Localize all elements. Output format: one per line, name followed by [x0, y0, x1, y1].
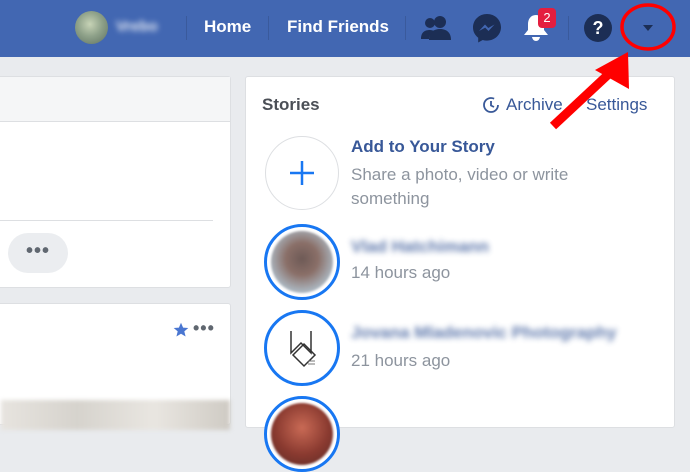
annotation-arrow-shaft	[549, 67, 616, 130]
annotation-overlay	[549, 3, 676, 130]
annotation-circle	[620, 3, 676, 51]
